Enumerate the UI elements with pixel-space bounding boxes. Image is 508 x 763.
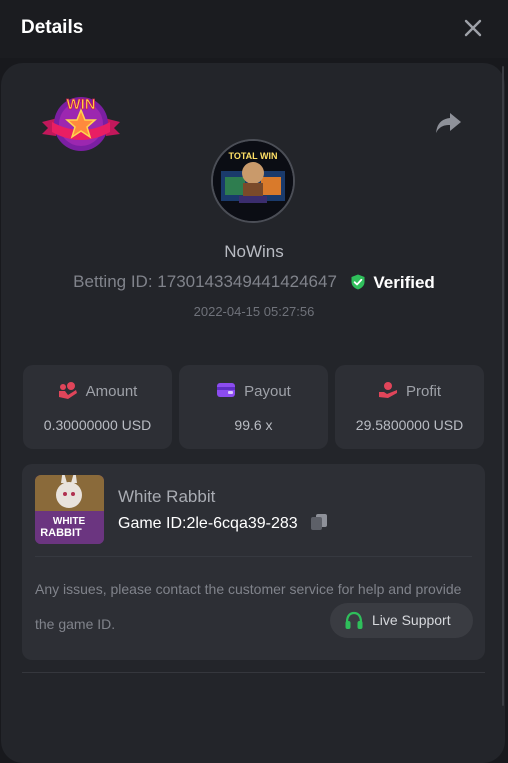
game-id-value: 2le-6cqa39-283 [186, 515, 298, 532]
shield-check-icon [350, 274, 366, 290]
live-support-button[interactable]: Live Support [330, 603, 473, 638]
betting-id-value: 1730143349441424647 [157, 272, 337, 291]
stat-card-profit: Profit 29.5800000 USD [335, 365, 484, 449]
bottom-divider [22, 672, 485, 673]
game-id-label: Game ID: [118, 515, 187, 532]
game-thumbnail[interactable]: WHITE RABBIT [35, 475, 104, 544]
avatar: TOTAL WIN [211, 139, 295, 223]
header-bar: Details [0, 0, 508, 58]
username: NoWins [224, 242, 284, 261]
page-title: Details [21, 17, 84, 38]
headset-icon [345, 611, 363, 629]
timestamp: 2022-04-15 05:27:56 [193, 304, 315, 319]
avatar-caption: TOTAL WIN [229, 151, 278, 161]
betting-id-label: Betting ID: [73, 272, 153, 291]
copy-icon[interactable] [310, 513, 328, 531]
live-support-label: Live Support [372, 612, 451, 628]
game-card: WHITE RABBIT White Rabbit Game ID:2le-6c… [22, 464, 485, 660]
stat-card-payout: Payout 99.6 x [179, 365, 328, 449]
card-divider [35, 556, 472, 557]
verified-label: Verified [373, 272, 435, 292]
wallet-icon [217, 383, 236, 397]
verified-badge: Verified [350, 273, 435, 293]
win-badge-logo: WIN [40, 92, 122, 154]
stat-label-payout: Payout [244, 383, 291, 400]
scrollbar[interactable] [502, 66, 504, 706]
stat-card-amount: Amount 0.30000000 USD [23, 365, 172, 449]
stat-value-amount: 0.30000000 USD [43, 417, 152, 433]
game-id-row: Game ID:2le-6cqa39-283 [118, 513, 328, 533]
stat-label-profit: Profit [405, 383, 441, 400]
stat-value-payout: 99.6 x [234, 417, 273, 433]
stat-label-amount: Amount [85, 383, 138, 400]
hand-coins-icon [378, 382, 397, 398]
win-badge-text: WIN [66, 96, 95, 113]
game-name: White Rabbit [118, 487, 216, 506]
stat-value-profit: 29.5800000 USD [355, 417, 464, 433]
thumb-text-white: WHITE [53, 516, 86, 527]
close-icon[interactable] [462, 17, 484, 39]
share-icon[interactable] [434, 110, 462, 136]
betting-id-row: Betting ID: 1730143349441424647 Verified [0, 272, 508, 293]
thumb-text-rabbit: RABBIT [40, 527, 82, 539]
coins-icon [58, 382, 77, 399]
